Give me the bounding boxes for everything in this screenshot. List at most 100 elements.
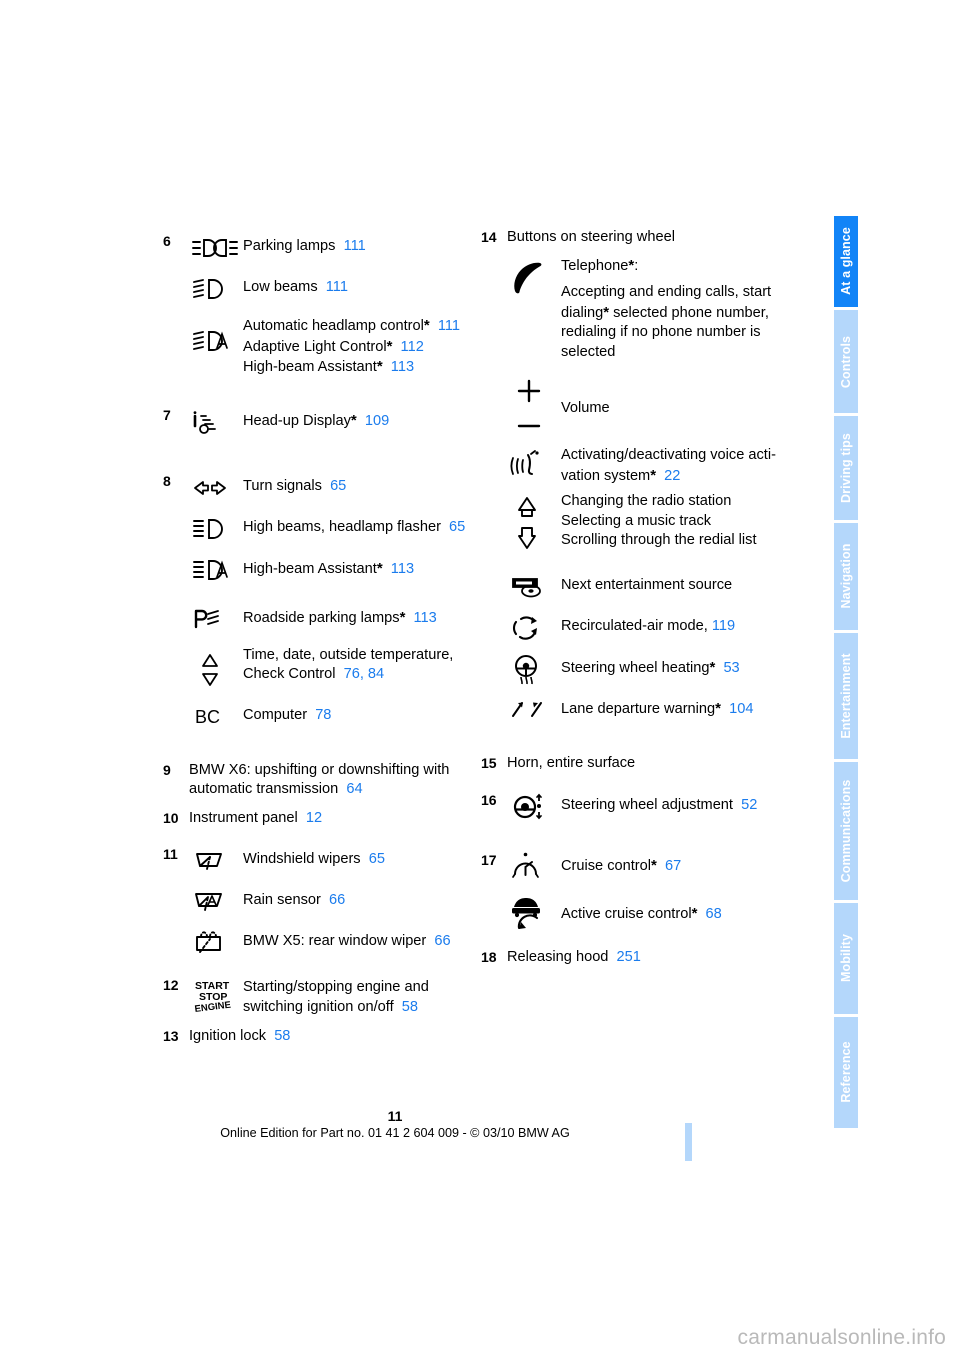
telephone-handset-icon: [507, 254, 561, 298]
entry-text: Horn, entire surface: [507, 755, 636, 771]
bc-computer-icon: BC: [189, 701, 243, 733]
high-beam-assistant-icon: [189, 554, 243, 586]
entry-number: 13: [163, 1028, 179, 1044]
row-head-up-display: Head-up Display* 109: [189, 406, 475, 438]
page-footer: 11 Online Edition for Part no. 01 41 2 6…: [0, 1108, 790, 1140]
row-text: Turn signals 65: [243, 477, 347, 494]
entry-number: 9: [163, 761, 171, 778]
up-down-chevrons-icon: [507, 489, 561, 554]
sidebar-tab-communications[interactable]: Communications: [834, 761, 858, 900]
sidebar-tab-label: Communications: [838, 779, 853, 883]
row-text: Head-up Display* 109: [243, 411, 390, 429]
row-rain-sensor: Rain sensor 66: [189, 886, 475, 918]
row-lane-departure-warning: Lane departure warning* 104: [507, 694, 793, 726]
watermark: carmanualsonline.info: [737, 1326, 946, 1349]
row-text: Parking lamps 111: [243, 238, 366, 254]
left-column: 6 Parking lamps 111 Low beams 111 Automa…: [163, 232, 475, 1047]
row-text: Rain sensor 66: [243, 892, 346, 908]
sidebar-tab-controls[interactable]: Controls: [834, 309, 858, 414]
row-text: Computer 78: [243, 706, 332, 723]
sidebar-tab-navigation[interactable]: Navigation: [834, 523, 858, 630]
entry-10: 10 Instrument panel 12: [163, 809, 475, 829]
sidebar-tab-driving-tips[interactable]: Driving tips: [834, 416, 858, 520]
entry-number: 16: [481, 791, 497, 808]
sidebar-tab-label: Mobility: [838, 934, 853, 983]
row-text: Low beams 111: [243, 279, 348, 295]
row-text: Time, date, outside temperature, Check C…: [243, 646, 454, 683]
sidebar-tab-mobility[interactable]: Mobility: [834, 903, 858, 1014]
row-text: Lane departure warning* 104: [561, 700, 754, 717]
entry-14: 14 Buttons on steering wheel Telephone*:: [481, 228, 793, 726]
entry-number: 10: [163, 809, 179, 826]
entry-number: 18: [481, 948, 497, 965]
row-high-beam-assistant: High-beam Assistant* 113: [189, 554, 475, 586]
entry-number: 7: [163, 406, 171, 423]
row-text: High-beam Assistant* 113: [243, 559, 415, 577]
row-text: Cruise control* 67: [561, 856, 682, 874]
rain-sensor-icon: [189, 886, 243, 918]
parking-lamps-icon: [189, 232, 243, 264]
lane-departure-warning-icon: [507, 694, 561, 726]
entry-6: 6 Parking lamps 111 Low beams 111 Automa…: [163, 232, 475, 378]
recirculated-air-icon: [507, 612, 561, 644]
high-beams-flasher-icon: [189, 513, 243, 545]
footer-accent-bar: [685, 1123, 692, 1161]
sidebar-tab-label: Navigation: [838, 543, 853, 609]
entry-11: 11 Windshield wipers 65 Rain sensor 66 B…: [163, 845, 475, 959]
sidebar-tab-label: Entertainment: [838, 653, 853, 739]
row-rear-window-wiper: BMW X5: rear window wiper 66: [189, 927, 475, 959]
entry-number: 6: [163, 233, 171, 249]
entry-heading: Buttons on steering wheel: [507, 229, 675, 245]
section-tab-strip: At a glance Controls Driving tips Navigatio…: [834, 216, 858, 1129]
svg-text:BC: BC: [195, 707, 220, 727]
sidebar-tab-label: At a glance: [838, 227, 853, 296]
entry-text: BMW X6: upshifting or downshifting with …: [189, 761, 450, 798]
entry-17: 17 Cruise control* 67 Active cruise cont…: [481, 851, 793, 931]
row-steering-wheel-adjustment: Steering wheel adjustment 52: [507, 791, 793, 823]
row-low-beams: Low beams 111: [189, 273, 475, 305]
row-start-stop-engine: START STOP ENGINE Starting/stopping engi…: [189, 976, 475, 1018]
row-text: Steering wheel adjustment 52: [561, 796, 758, 813]
row-text: Active cruise control* 68: [561, 904, 722, 922]
row-time-date-check-control: Time, date, outside temperature, Check C…: [189, 644, 475, 692]
row-radio-track-redial: Changing the radio station Selecting a m…: [507, 489, 793, 554]
row-parking-lamps: Parking lamps 111: [189, 232, 475, 264]
active-cruise-control-icon: [507, 892, 561, 931]
entry-12: 12 START STOP ENGINE Starting/stopping e…: [163, 976, 475, 1018]
page-content: 6 Parking lamps 111 Low beams 111 Automa…: [0, 0, 790, 1358]
row-text: Changing the radio station Selecting a m…: [561, 493, 757, 548]
sidebar-tab-reference[interactable]: Reference: [834, 1016, 858, 1129]
entry-number: 17: [481, 851, 497, 868]
row-text: BMW X5: rear window wiper 66: [243, 933, 451, 949]
automatic-headlamp-control-icon: [189, 314, 243, 354]
row-text: Recirculated-air mode, 119: [561, 618, 736, 634]
row-volume: Volume: [507, 379, 793, 435]
entry-number: 12: [163, 977, 179, 993]
entry-18: 18 Releasing hood 251: [481, 948, 793, 968]
row-turn-signals: Turn signals 65: [189, 472, 475, 504]
row-telephone: Telephone*: Accepting and ending calls, …: [507, 254, 793, 363]
roadside-parking-lamps-icon: [189, 603, 243, 635]
footer-edition-line: Online Edition for Part no. 01 41 2 604 …: [220, 1126, 570, 1140]
row-computer: BC Computer 78: [189, 701, 475, 733]
steering-wheel-adjustment-icon: [507, 791, 561, 823]
entry-13: 13 Ignition lock 58: [163, 1027, 475, 1047]
entry-number: 11: [163, 846, 178, 862]
manual-page: At a glance Controls Driving tips Navigatio…: [0, 0, 960, 1358]
entry-number: 15: [481, 755, 497, 771]
entry-text: Instrument panel 12: [189, 809, 323, 826]
row-automatic-headlamp-control: Automatic headlamp control* 111 Adaptive…: [189, 314, 475, 378]
row-recirculated-air: Recirculated-air mode, 119: [507, 612, 793, 644]
sidebar-tab-at-a-glance[interactable]: At a glance: [834, 216, 858, 307]
rear-window-wiper-icon: [189, 927, 243, 959]
row-text: Windshield wipers 65: [243, 851, 385, 867]
sidebar-tab-entertainment[interactable]: Entertainment: [834, 632, 858, 759]
sidebar-tab-label: Driving tips: [838, 433, 853, 504]
entry-text: Ignition lock 58: [189, 1028, 291, 1044]
row-text: Next entertainment source: [561, 577, 733, 593]
row-text: Telephone*: Accepting and ending calls, …: [561, 256, 772, 360]
row-cruise-control: Cruise control* 67: [507, 851, 793, 883]
steering-wheel-heating-icon: [507, 653, 561, 685]
low-beams-icon: [189, 273, 243, 305]
row-text: High beams, headlamp flasher 65: [243, 518, 466, 535]
